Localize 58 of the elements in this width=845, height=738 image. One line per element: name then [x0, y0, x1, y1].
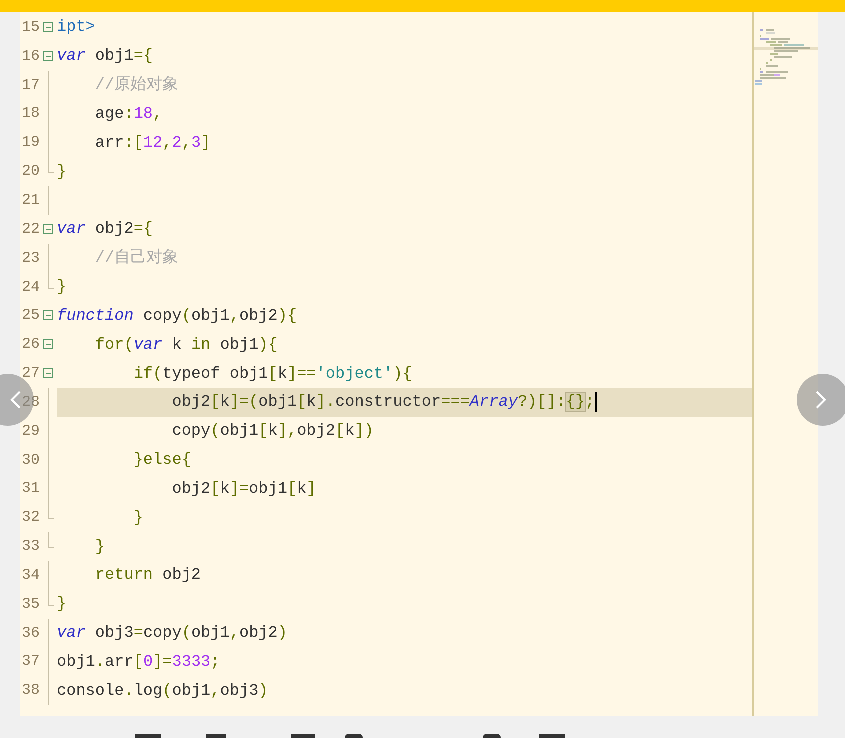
line-number: 36 [20, 626, 40, 641]
code-line: //原始对象 [94, 77, 179, 94]
code-line: var obj1={ [57, 48, 154, 64]
line-number: 20 [20, 164, 40, 180]
line-number: 31 [20, 481, 40, 496]
line-number: 32 [20, 510, 40, 526]
line-number: 37 [20, 654, 40, 670]
line-number: 27 [20, 366, 40, 382]
code-line: age:18, [94, 106, 163, 122]
code-line: ipt> [57, 19, 96, 36]
fold-toggle-icon[interactable] [43, 224, 54, 235]
code-line: return obj2 [94, 567, 202, 584]
line-number: 38 [20, 683, 40, 698]
code-line: console.log(obj1,obj3) [57, 682, 268, 699]
line-number: 25 [20, 308, 40, 324]
code-line: } [132, 510, 144, 526]
code-line: } [57, 164, 67, 180]
fold-toggle-icon[interactable] [43, 22, 54, 33]
code-line: for(var k in obj1){ [94, 336, 278, 353]
line-number: 22 [20, 222, 40, 237]
line-number: 33 [20, 539, 40, 554]
chevron-right-icon [815, 390, 827, 410]
fold-toggle-icon[interactable] [43, 50, 54, 62]
next-button[interactable] [797, 374, 845, 426]
line-number: 18 [20, 106, 40, 122]
code-line: } [57, 279, 67, 296]
code-line: copy(obj1[k],obj2[k]) [171, 423, 374, 440]
line-number: 26 [20, 337, 40, 352]
code-line: obj1.arr[0]=3333; [57, 654, 220, 670]
code-line: function copy(obj1,obj2){ [57, 308, 298, 324]
line-number: 17 [20, 78, 40, 93]
toolbar-icon[interactable] [345, 734, 363, 738]
chevron-left-icon [10, 390, 22, 410]
code-line: var obj3=copy(obj1,obj2) [57, 625, 288, 642]
line-number: 24 [20, 280, 40, 295]
code-line: }else{ [132, 452, 192, 468]
text-cursor [594, 392, 597, 412]
line-number: 16 [20, 48, 40, 64]
fold-toggle-icon[interactable] [43, 339, 54, 350]
line-number: 23 [20, 250, 40, 266]
line-number: 30 [20, 452, 40, 468]
fold-toggle-icon[interactable] [43, 368, 54, 380]
code-line: } [57, 596, 67, 612]
minimap[interactable] [752, 12, 818, 716]
line-number: 35 [20, 596, 40, 612]
line-number: 34 [20, 568, 40, 583]
code-line: } [94, 538, 106, 555]
line-number: 29 [20, 424, 40, 439]
line-number: 21 [20, 192, 40, 208]
toolbar-icon[interactable] [483, 734, 501, 738]
code-line: obj2[k]=obj1[k] [171, 480, 316, 497]
fold-toggle-icon[interactable] [43, 310, 54, 322]
code-line: //自己对象 [94, 250, 179, 266]
code-line: if(typeof obj1[k]=='object'){ [132, 366, 412, 382]
code-line: var obj2={ [57, 221, 154, 238]
line-number: 19 [20, 135, 40, 150]
line-number: 15 [20, 20, 40, 35]
code-line: arr:[12,2,3] [94, 134, 211, 151]
